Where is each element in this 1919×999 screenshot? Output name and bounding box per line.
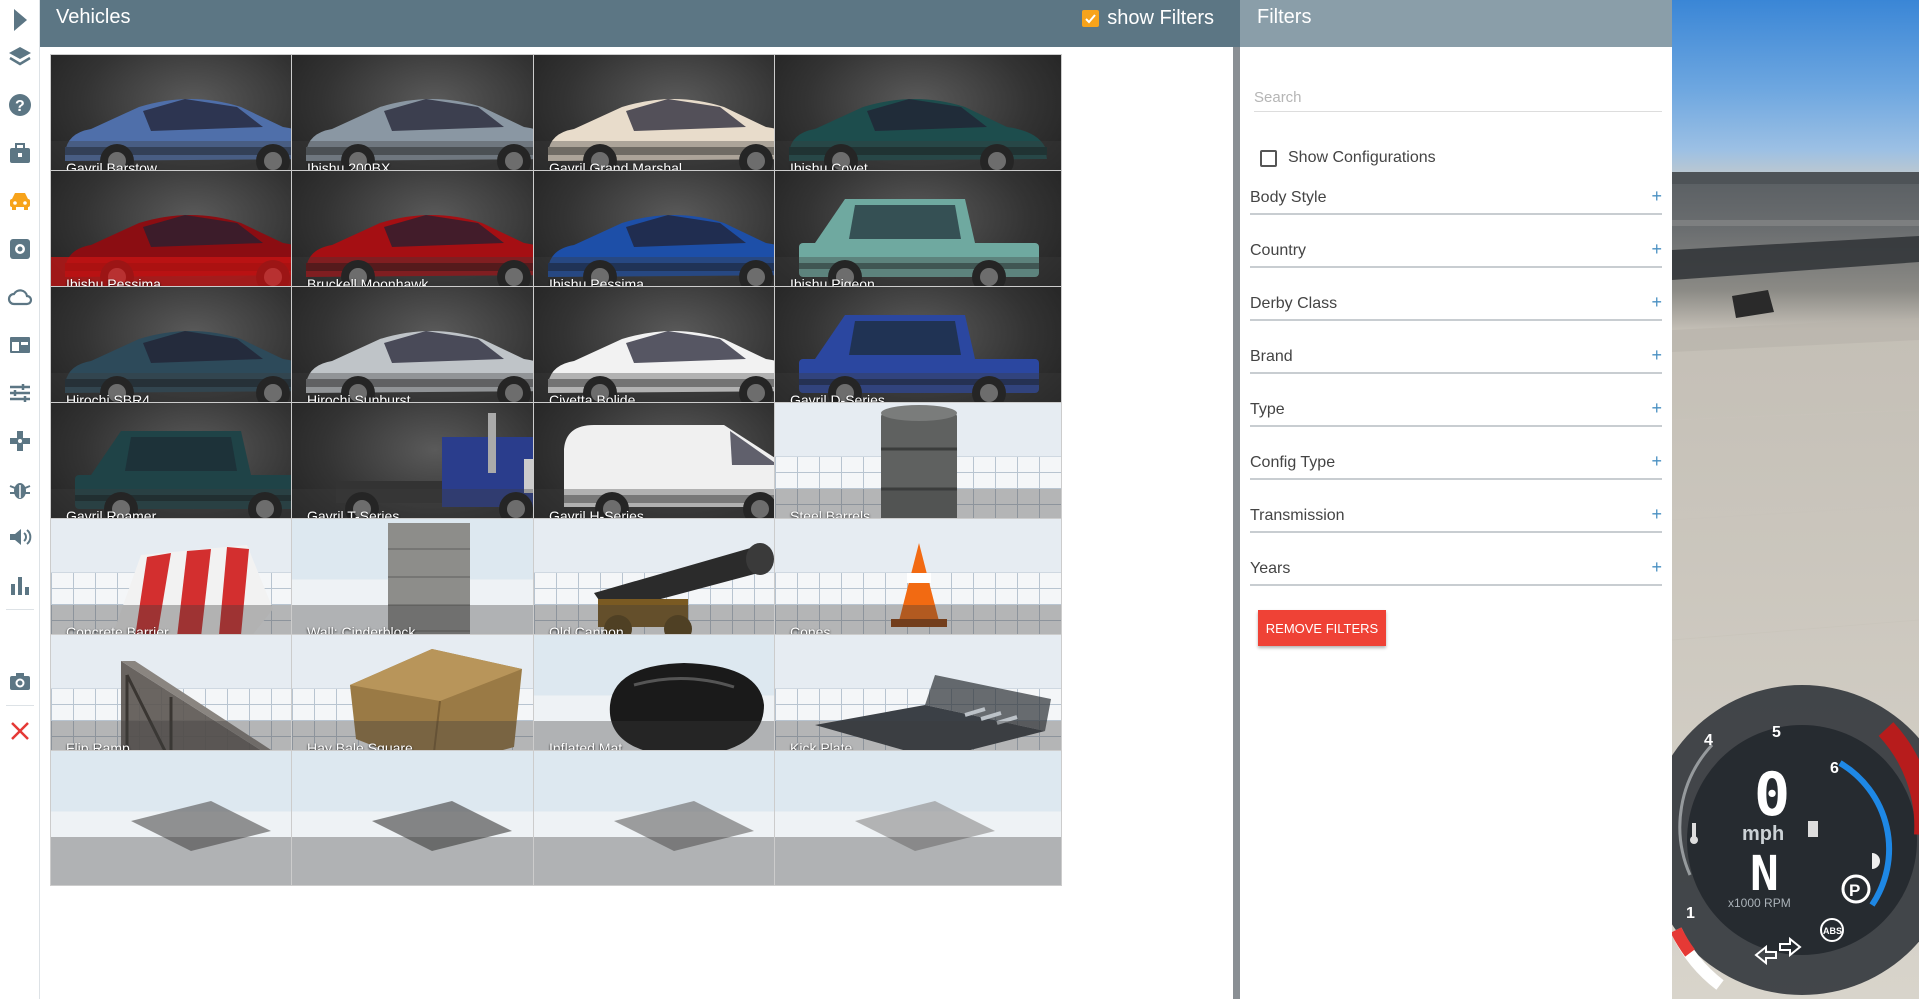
toolbar-signature-button[interactable]: [0, 613, 40, 653]
toolbar-divider: [6, 609, 34, 610]
abs-label: ABS: [1823, 926, 1842, 936]
toolbar-settings-button[interactable]: [0, 229, 40, 269]
vehicle-tile[interactable]: [774, 750, 1062, 886]
speed-value: 0: [1754, 760, 1790, 830]
expand-plus-icon[interactable]: +: [1651, 398, 1662, 419]
filter-years[interactable]: Years +: [1250, 556, 1662, 586]
speedometer-gauge: 1 4 5 6 0 mph N x1000 RPM P ABS: [1672, 685, 1919, 995]
filter-derby-class[interactable]: Derby Class +: [1250, 291, 1662, 321]
toolbar-layers-button[interactable]: [0, 37, 40, 77]
layers-icon: [9, 47, 31, 66]
vehicles-header: Vehicles show Filters: [40, 0, 1240, 47]
expand-plus-icon[interactable]: +: [1651, 186, 1662, 207]
rpm-tick-1: 1: [1686, 905, 1695, 922]
filter-name: Country: [1250, 242, 1307, 259]
search-input[interactable]: [1254, 84, 1662, 112]
filter-name: Derby Class: [1250, 295, 1338, 312]
settings-icon: [10, 239, 30, 259]
toolbar-bug-button[interactable]: [0, 469, 40, 509]
expand-plus-icon[interactable]: +: [1651, 345, 1662, 366]
filters-header: Filters: [1240, 0, 1672, 47]
filter-config-type[interactable]: Config Type +: [1250, 450, 1662, 480]
filters-panel: Filters Show Configurations Body Style+C…: [1240, 0, 1672, 999]
show-filters-toggle[interactable]: show Filters: [1082, 7, 1214, 30]
toolbar-car-button[interactable]: [0, 181, 40, 221]
filter-name: Brand: [1250, 348, 1293, 365]
show-configurations-label: Show Configurations: [1288, 149, 1436, 166]
tile-label-bar: [775, 837, 1061, 885]
expand-plus-icon[interactable]: +: [1651, 504, 1662, 525]
toolbar-close-button[interactable]: [0, 711, 40, 751]
fuel-icon: [1808, 821, 1818, 837]
svg-text:?: ?: [15, 98, 25, 115]
sliders-icon: [10, 384, 30, 402]
left-toolbar: ?: [0, 0, 40, 999]
toolbar-bar-chart-button[interactable]: [0, 565, 40, 605]
filter-brand[interactable]: Brand +: [1250, 344, 1662, 374]
signature-icon: [7, 620, 33, 646]
rpm-tick-6: 6: [1830, 760, 1839, 777]
rpm-tick-5: 5: [1772, 724, 1781, 741]
speed-unit: mph: [1742, 823, 1784, 845]
toolbar-sliders-button[interactable]: [0, 373, 40, 413]
bar-chart-icon: [11, 577, 29, 595]
help-icon: ?: [9, 94, 31, 116]
filter-name: Transmission: [1250, 507, 1345, 524]
filters-title: Filters: [1257, 6, 1312, 28]
toolbar-briefcase-button[interactable]: [0, 133, 40, 173]
car-icon: [10, 193, 30, 210]
filter-name: Type: [1250, 401, 1285, 418]
show-configurations-toggle[interactable]: Show Configurations: [1260, 149, 1436, 167]
show-filters-checkbox[interactable]: [1082, 10, 1100, 27]
rpm-tick-4: 4: [1704, 732, 1713, 749]
filter-country[interactable]: Country +: [1250, 238, 1662, 268]
bug-icon: [9, 483, 31, 499]
browser-icon: [10, 337, 30, 353]
toolbar-help-button[interactable]: ?: [0, 85, 40, 125]
gamepad-icon: [10, 431, 30, 451]
filter-body-style[interactable]: Body Style +: [1250, 185, 1662, 215]
filter-type[interactable]: Type +: [1250, 397, 1662, 427]
toolbar-volume-button[interactable]: [0, 517, 40, 557]
gear-indicator: N: [1750, 846, 1779, 902]
toolbar-browser-button[interactable]: [0, 325, 40, 365]
volume-icon: [10, 529, 32, 545]
vehicles-title: Vehicles: [56, 6, 131, 28]
filter-name: Years: [1250, 560, 1291, 577]
vehicles-panel: Vehicles show Filters Gavril Barstow Ibis…: [40, 0, 1240, 999]
toolbar-divider: [6, 705, 34, 706]
toolbar-gamepad-button[interactable]: [0, 421, 40, 461]
expand-plus-icon[interactable]: +: [1651, 292, 1662, 313]
scrollbar-thumb[interactable]: [1233, 47, 1240, 999]
expand-plus-icon[interactable]: +: [1651, 239, 1662, 260]
camera-icon: [10, 673, 30, 690]
toolbar-camera-button[interactable]: [0, 661, 40, 701]
play-icon: [14, 9, 27, 31]
toolbar-play-button[interactable]: [0, 0, 40, 40]
close-icon: [11, 722, 29, 740]
parking-brake-label: P: [1849, 881, 1860, 900]
filter-name: Config Type: [1250, 454, 1336, 471]
filter-transmission[interactable]: Transmission +: [1250, 503, 1662, 533]
cloud-icon: [7, 289, 33, 306]
show-filters-label: show Filters: [1107, 7, 1214, 29]
expand-plus-icon[interactable]: +: [1651, 451, 1662, 472]
show-configurations-checkbox[interactable]: [1260, 149, 1277, 167]
expand-plus-icon[interactable]: +: [1651, 557, 1662, 578]
remove-filters-button[interactable]: REMOVE FILTERS: [1258, 610, 1386, 646]
rpm-label: x1000 RPM: [1728, 896, 1791, 910]
filter-name: Body Style: [1250, 189, 1327, 206]
checkmark-icon: [1085, 14, 1097, 24]
toolbar-cloud-button[interactable]: [0, 277, 40, 317]
briefcase-icon: [10, 143, 30, 163]
